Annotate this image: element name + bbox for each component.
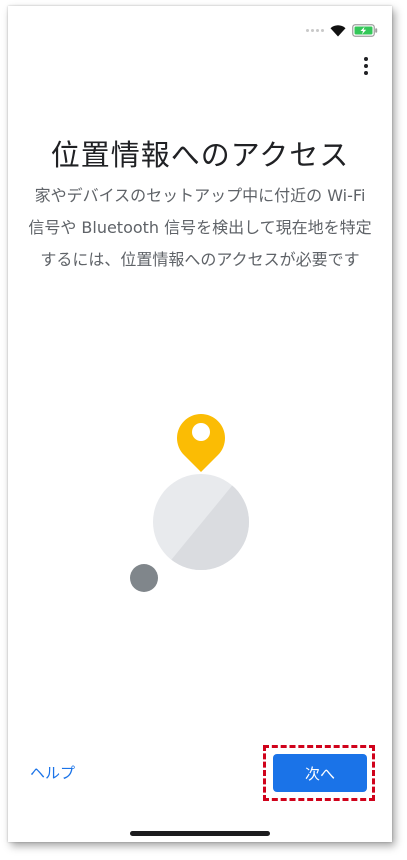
battery-charging-icon (352, 24, 378, 37)
next-button[interactable]: 次へ (273, 754, 367, 792)
location-pin-icon (177, 414, 225, 472)
home-indicator[interactable] (130, 831, 270, 836)
wifi-icon (330, 24, 346, 37)
signal-dots-icon (306, 29, 324, 32)
page: 位置情報へのアクセス 家やデバイスのセットアップ中に付近の Wi-Fi 信号や … (0, 0, 407, 860)
device-circle-icon (153, 474, 249, 570)
phone-screen: 位置情報へのアクセス 家やデバイスのセットアップ中に付近の Wi-Fi 信号や … (8, 6, 392, 842)
small-dot-icon (130, 564, 158, 592)
description-text: 家やデバイスのセットアップ中に付近の Wi-Fi 信号や Bluetooth 信… (28, 186, 372, 269)
status-bar (306, 24, 378, 37)
more-vert-icon[interactable] (356, 54, 376, 78)
page-title: 位置情報へのアクセス (50, 138, 350, 172)
help-link[interactable]: ヘルプ (30, 762, 75, 783)
